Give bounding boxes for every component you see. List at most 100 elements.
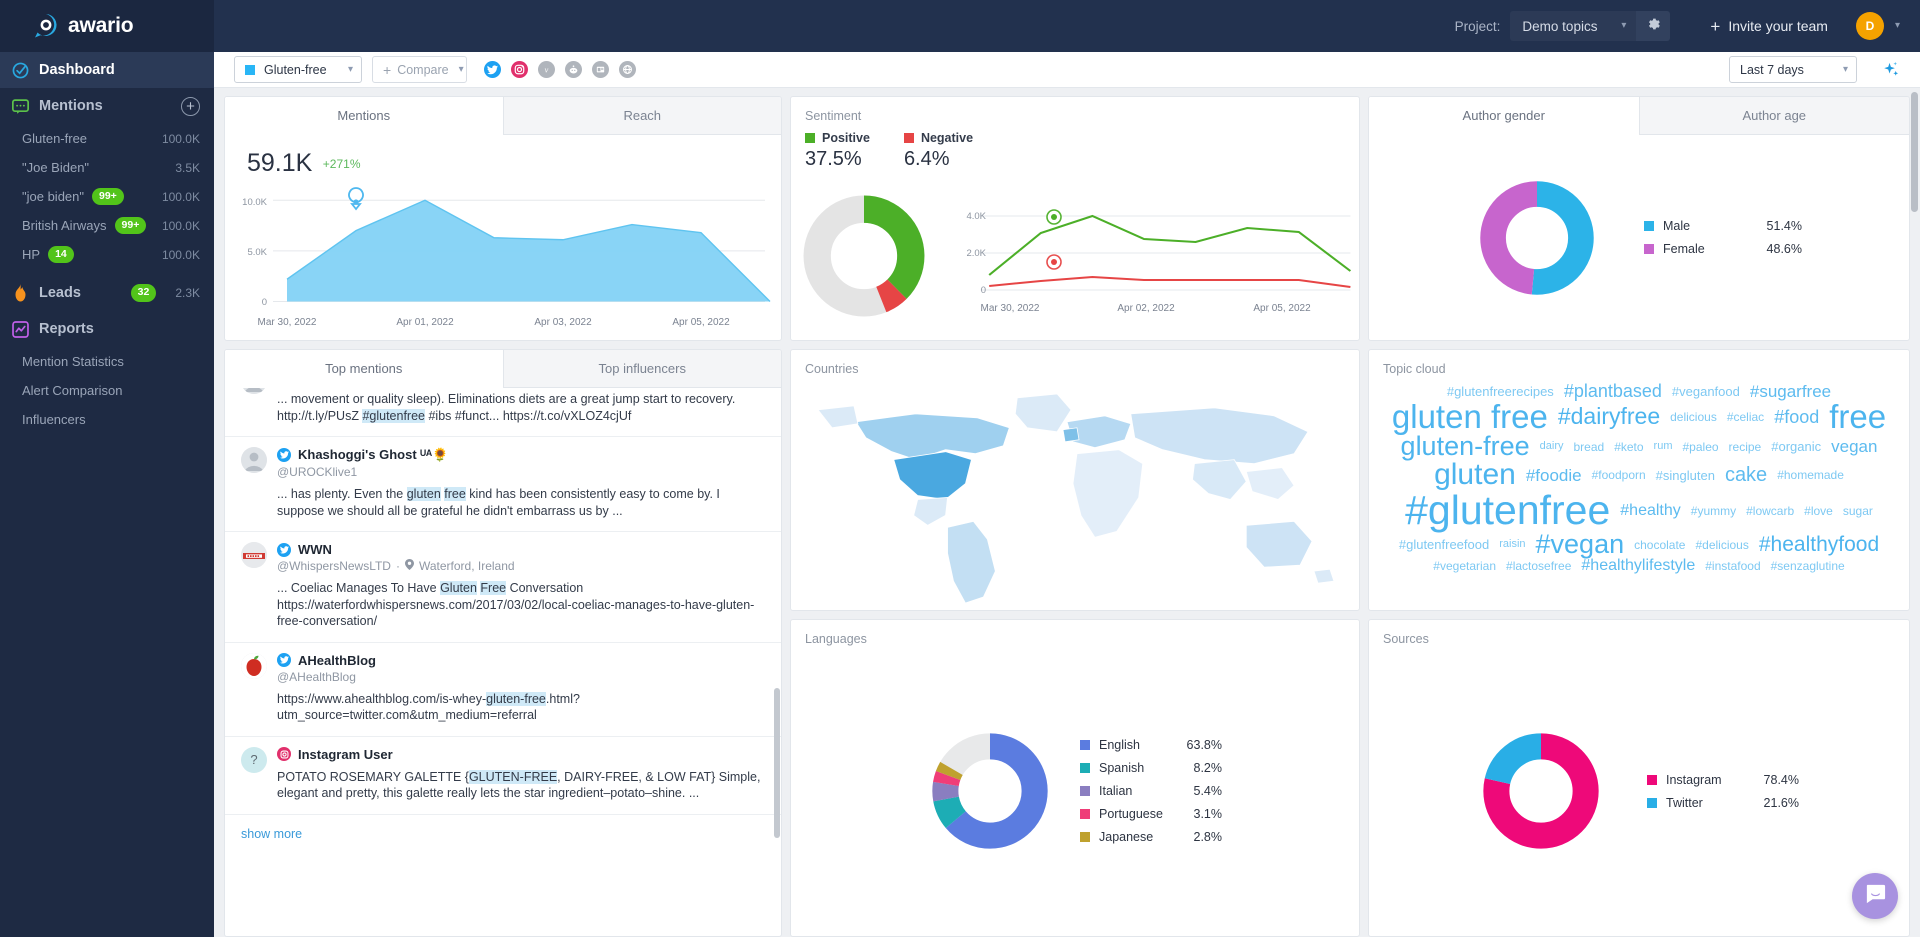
topic-cloud-word[interactable]: #sugarfree	[1750, 383, 1831, 400]
sentiment-positive: Positive 37.5%	[805, 131, 870, 171]
topic-cloud-word[interactable]: #food	[1774, 408, 1819, 426]
topic-cloud-word[interactable]: free	[1829, 400, 1886, 433]
topic-cloud-word[interactable]: #healthyfood	[1759, 534, 1879, 555]
topic-cloud-word[interactable]: #healthylifestyle	[1581, 558, 1695, 574]
languages-card-title: Languages	[791, 620, 1359, 646]
tab-mentions[interactable]: Mentions	[225, 97, 503, 135]
list-item[interactable]: WWN @WhispersNewsLTD · Waterford, Irelan…	[225, 532, 781, 643]
topic-cloud-word[interactable]: #paleo	[1683, 441, 1719, 453]
compare-select[interactable]: + Compare ▾	[372, 56, 467, 83]
topic-filter-select[interactable]: Gluten-free ▾	[234, 56, 362, 83]
list-item[interactable]: @DrEddyClinic · Davao Region, Philippine…	[225, 388, 781, 437]
topic-cloud-word[interactable]: #delicious	[1695, 539, 1748, 551]
topic-cloud-word[interactable]: #keto	[1614, 441, 1643, 453]
list-item[interactable]: AHealthBlog @AHealthBlog https://www.ahe…	[225, 643, 781, 737]
mention-text: ... movement or quality sleep). Eliminat…	[277, 391, 765, 424]
topic-cloud-word[interactable]: #foodie	[1526, 467, 1582, 484]
topic-cloud-word[interactable]: #healthy	[1620, 503, 1681, 519]
topic-cloud-word[interactable]: #love	[1804, 505, 1833, 517]
sidebar-item-british-airways[interactable]: British Airways 99+ 100.0K	[0, 211, 214, 240]
show-more-button[interactable]: show more	[225, 815, 781, 853]
project-select[interactable]: Demo topics ▾	[1510, 11, 1636, 41]
topic-cloud-word[interactable]: #celiac	[1727, 411, 1764, 423]
sidebar-item-mentions[interactable]: Mentions +	[0, 88, 214, 124]
topic-cloud-word[interactable]: #glutenfreefood	[1399, 538, 1489, 551]
topic-cloud-word[interactable]: #dairyfree	[1558, 405, 1660, 428]
chevron-down-icon: ▾	[459, 65, 464, 75]
ai-sparkle-icon[interactable]	[1881, 60, 1900, 79]
topic-cloud-word[interactable]: dairy	[1540, 441, 1564, 452]
list-item[interactable]: Khashoggi's Ghost ᵁᴬ🌻 @UROCKlive1 ... ha…	[225, 437, 781, 532]
mention-body: Khashoggi's Ghost ᵁᴬ🌻 @UROCKlive1 ... ha…	[277, 447, 765, 519]
tab-top-influencers[interactable]: Top influencers	[503, 350, 782, 388]
page-scrollbar[interactable]	[1911, 92, 1918, 212]
sidebar-item-joe-biden-quoted[interactable]: "Joe Biden" 3.5K	[0, 153, 214, 182]
topic-cloud-word[interactable]: #vegan	[1536, 531, 1625, 558]
user-menu[interactable]: D ▾	[1856, 12, 1900, 40]
mentions-list[interactable]: @DrEddyClinic · Davao Region, Philippine…	[225, 388, 781, 936]
topic-cloud-word[interactable]: sugar	[1843, 505, 1873, 517]
topic-cloud-word[interactable]: rum	[1654, 441, 1673, 452]
tab-reach[interactable]: Reach	[503, 97, 782, 135]
web-filter-icon[interactable]	[619, 61, 636, 78]
topic-cloud-word[interactable]: #lowcarb	[1746, 505, 1794, 517]
right-column: Topic cloud #glutenfreerecipes#plantbase…	[1368, 349, 1910, 937]
list-item[interactable]: ? Instagram User POTATO ROSEMARY GALETTE…	[225, 737, 781, 815]
topic-cloud-word[interactable]: #yummy	[1691, 505, 1736, 517]
topic-cloud-word[interactable]: cake	[1725, 465, 1767, 485]
topic-cloud-word[interactable]: chocolate	[1634, 539, 1685, 551]
sidebar-item-leads[interactable]: Leads 32 2.3K	[0, 275, 214, 311]
topic-cloud-word[interactable]: gluten	[1434, 460, 1516, 490]
topic-cloud-word[interactable]: #lactosefree	[1506, 560, 1571, 572]
twitter-value: 21.6%	[1764, 796, 1799, 810]
vimeo-filter-icon[interactable]: v	[538, 61, 555, 78]
topic-cloud-word[interactable]: #glutenfreerecipes	[1447, 385, 1554, 398]
topic-cloud-word[interactable]: #senzaglutine	[1771, 560, 1845, 572]
handle-text: @UROCKlive1	[277, 465, 357, 479]
sidebar-item-dashboard[interactable]: Dashboard	[0, 52, 214, 88]
topic-cloud-word[interactable]: #organic	[1771, 440, 1821, 453]
topic-cloud-word[interactable]: gluten-free	[1401, 433, 1530, 460]
chat-support-button[interactable]	[1852, 873, 1898, 919]
project-settings-button[interactable]	[1636, 11, 1670, 41]
sidebar-item-joe-biden-lower[interactable]: "joe biden" 99+ 100.0K	[0, 182, 214, 211]
topic-cloud-word[interactable]: #plantbased	[1564, 382, 1662, 400]
topic-cloud-word[interactable]: gluten free	[1392, 400, 1548, 433]
tab-author-gender[interactable]: Author gender	[1369, 97, 1639, 135]
topic-cloud-word[interactable]: recipe	[1729, 441, 1762, 453]
topic-cloud-word[interactable]: #instafood	[1705, 560, 1760, 572]
sidebar-item-label: Dashboard	[39, 62, 115, 78]
spanish-value: 8.2%	[1194, 761, 1223, 775]
topic-cloud-word[interactable]: bread	[1573, 441, 1604, 453]
topic-cloud-word[interactable]: #glutenfree	[1405, 490, 1610, 531]
mentions-card: Mentions Reach 59.1K +271% 10.0K 5.0K	[224, 96, 782, 341]
topic-cloud-word[interactable]: #veganfood	[1672, 385, 1740, 398]
topic-cloud-word[interactable]: #vegetarian	[1433, 560, 1496, 572]
reddit-filter-icon[interactable]	[565, 61, 582, 78]
twitter-filter-icon[interactable]	[484, 61, 501, 78]
mentions-scrollbar[interactable]	[774, 688, 780, 838]
tab-author-age[interactable]: Author age	[1639, 97, 1910, 135]
tab-top-mentions[interactable]: Top mentions	[225, 350, 503, 388]
sidebar-item-hp[interactable]: HP 14 100.0K	[0, 240, 214, 269]
app-logo[interactable]: awario	[0, 0, 214, 52]
legend-portuguese: Portuguese 3.1%	[1080, 807, 1222, 821]
topic-cloud-word[interactable]: #homemade	[1777, 469, 1844, 481]
sidebar-item-influencers[interactable]: Influencers	[0, 405, 214, 434]
date-range-select[interactable]: Last 7 days ▾	[1729, 56, 1857, 83]
topic-cloud-word[interactable]: vegan	[1831, 438, 1877, 455]
top-mentions-card-tabs: Top mentions Top influencers	[225, 350, 781, 388]
leads-count: 2.3K	[175, 286, 200, 300]
sidebar-item-gluten-free[interactable]: Gluten-free 100.0K	[0, 124, 214, 153]
instagram-filter-icon[interactable]	[511, 61, 528, 78]
plus-circle-icon[interactable]: +	[181, 97, 200, 116]
news-filter-icon[interactable]	[592, 61, 609, 78]
topic-cloud-word[interactable]: #foodporn	[1592, 469, 1646, 481]
sidebar-item-reports[interactable]: Reports	[0, 311, 214, 347]
sidebar-item-alert-comparison[interactable]: Alert Comparison	[0, 376, 214, 405]
topic-cloud-word[interactable]: raisin	[1499, 539, 1525, 550]
sidebar-item-mention-statistics[interactable]: Mention Statistics	[0, 347, 214, 376]
topic-cloud-word[interactable]: delicious	[1670, 411, 1717, 423]
topic-cloud-word[interactable]: #singluten	[1656, 469, 1715, 482]
invite-team-button[interactable]: + Invite your team	[1710, 18, 1828, 35]
